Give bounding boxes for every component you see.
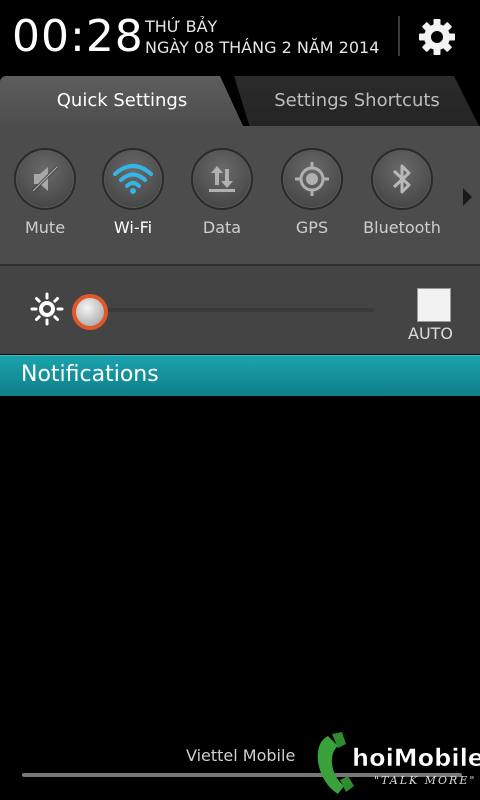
scroll-right-arrow-icon[interactable]: [463, 188, 472, 206]
toggle-mute[interactable]: Mute: [0, 148, 90, 237]
tab-bar: Settings Shortcuts Quick Settings: [0, 76, 480, 128]
toggle-wifi[interactable]: Wi-Fi: [88, 148, 178, 237]
brightness-slider-track[interactable]: [76, 308, 374, 312]
full-date: NGÀY 08 THÁNG 2 NĂM 2014: [145, 38, 380, 57]
auto-brightness-label: AUTO: [408, 324, 454, 343]
toggle-circle: [281, 148, 343, 210]
settings-gear-button[interactable]: [416, 16, 458, 58]
data-icon: [209, 166, 235, 192]
bluetooth-icon: [392, 164, 411, 194]
brightness-sun-icon: [30, 292, 64, 326]
svg-text:"TALK MORE": "TALK MORE": [374, 774, 476, 787]
tab-label: Settings Shortcuts: [274, 90, 440, 111]
notifications-header: Notifications: [0, 355, 480, 396]
date-block: THỨ BẢY NGÀY 08 THÁNG 2 NĂM 2014: [145, 16, 379, 58]
toggle-data[interactable]: Data: [177, 148, 267, 237]
header-divider: [398, 16, 400, 56]
toggle-bluetooth[interactable]: Bluetooth: [357, 148, 447, 237]
brightness-panel: AUTO: [0, 266, 480, 354]
gps-icon: [295, 162, 329, 196]
brightness-slider-thumb[interactable]: [72, 294, 108, 330]
auto-brightness-checkbox[interactable]: [417, 288, 451, 322]
quick-settings-panel: Mute Wi-Fi Data GPS Bluetooth: [0, 126, 480, 266]
toggle-label: Mute: [24, 218, 66, 237]
toggle-circle: [102, 148, 164, 210]
tab-label: Quick Settings: [56, 90, 188, 111]
choimobile-watermark-logo: hoiMobile "TALK MORE": [317, 732, 480, 794]
toggle-circle: [371, 148, 433, 210]
tab-quick-settings[interactable]: Quick Settings: [0, 76, 244, 128]
toggle-label: GPS: [295, 218, 329, 237]
weekday: THỨ BẢY: [145, 17, 218, 36]
toggle-circle: [191, 148, 253, 210]
toggle-circle: [14, 148, 76, 210]
wifi-icon: [113, 164, 153, 194]
notifications-title: Notifications: [21, 362, 159, 387]
toggle-label: Data: [202, 218, 242, 237]
gear-icon: [419, 19, 455, 55]
clock: 00:28: [12, 11, 144, 62]
mute-icon: [31, 165, 59, 193]
toggle-label: Bluetooth: [363, 218, 441, 237]
tab-settings-shortcuts[interactable]: Settings Shortcuts: [234, 76, 480, 128]
toggle-label: Wi-Fi: [113, 218, 153, 237]
carrier-label: Viettel Mobile: [186, 746, 296, 765]
notification-header: 00:28 THỨ BẢY NGÀY 08 THÁNG 2 NĂM 2014: [0, 0, 480, 78]
svg-text:hoiMobile: hoiMobile: [352, 744, 480, 772]
toggle-gps[interactable]: GPS: [267, 148, 357, 237]
